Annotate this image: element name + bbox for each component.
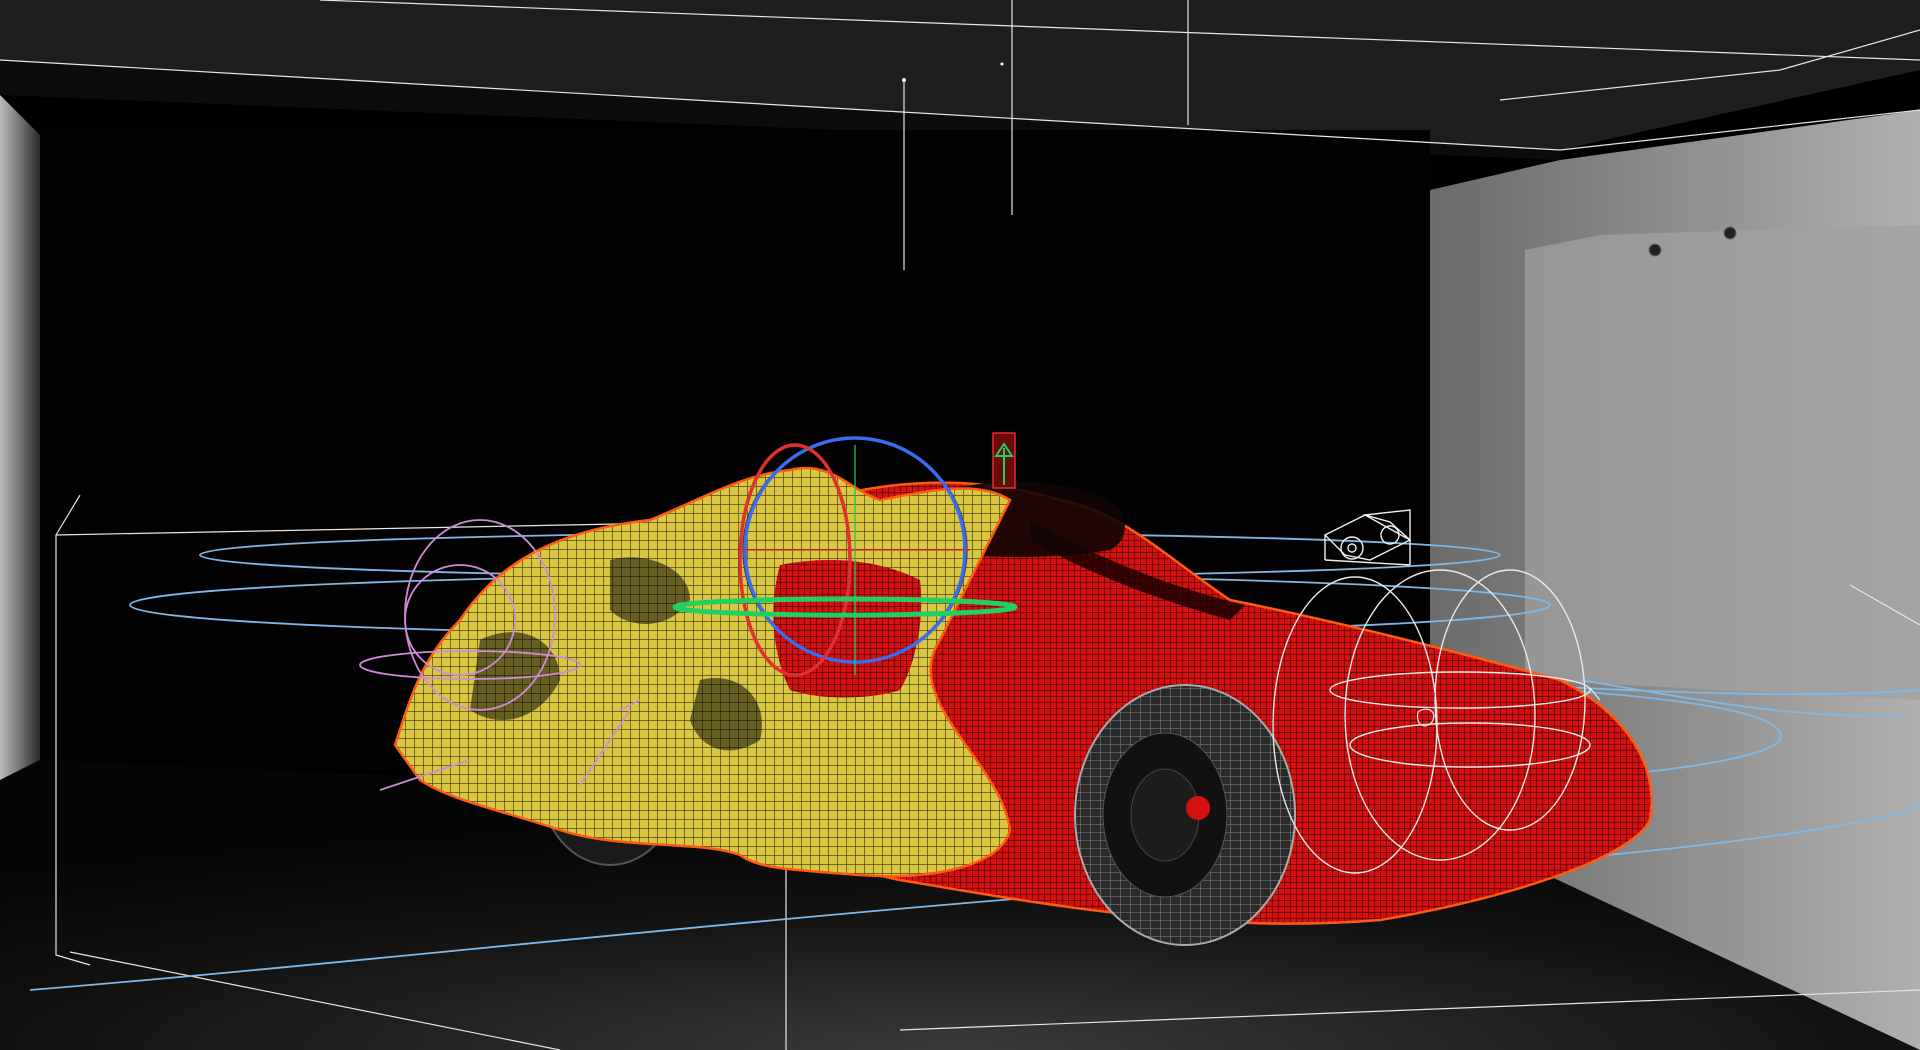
left-wall — [0, 95, 40, 780]
3d-viewport[interactable] — [0, 0, 1920, 1050]
right-alcove — [1525, 225, 1920, 700]
light-point-2 — [1000, 62, 1004, 66]
viewport-scene — [0, 0, 1920, 1050]
arrow-up-icon[interactable] — [992, 432, 1016, 489]
front-wheel[interactable] — [1074, 684, 1296, 946]
cloth-highlight — [773, 560, 922, 698]
light-point — [902, 78, 906, 82]
